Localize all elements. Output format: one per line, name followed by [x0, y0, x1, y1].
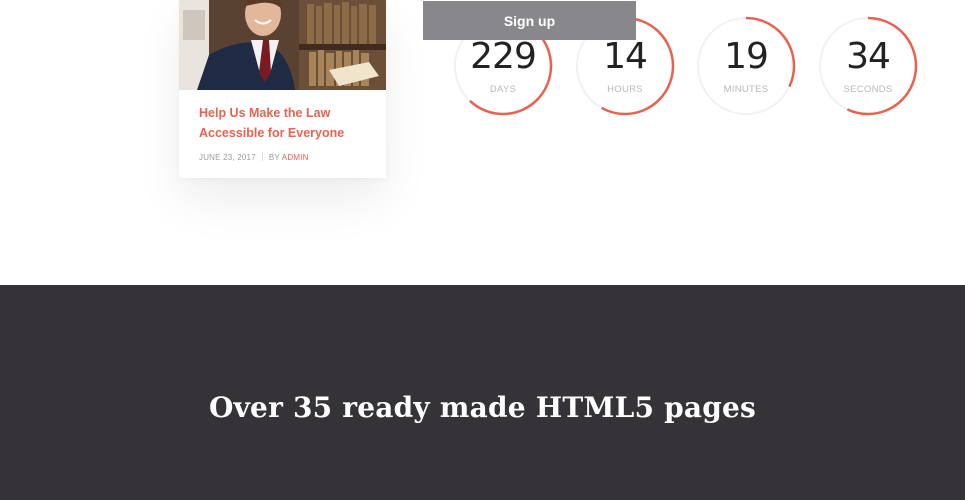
countdown-minutes-label: MINUTES [723, 84, 769, 95]
post-meta: JUNE 23, 2017 BY ADMIN [199, 152, 309, 162]
post-date: JUNE 23, 2017 [199, 153, 256, 162]
countdown-seconds: 34 SECONDS [818, 16, 918, 116]
countdown-hours-value: 14 [603, 36, 648, 77]
blog-card[interactable]: Help Us Make the Law Accessible for Ever… [179, 0, 386, 178]
countdown-hours-label: HOURS [607, 84, 643, 95]
countdown-minutes-value: 19 [724, 36, 769, 77]
section-heading: Over 35 ready made HTML5 pages [209, 391, 756, 424]
post-title[interactable]: Help Us Make the Law Accessible for Ever… [199, 104, 374, 143]
signup-button[interactable]: Sign up [423, 1, 636, 40]
post-author-link[interactable]: ADMIN [282, 153, 309, 162]
countdown-seconds-value: 34 [846, 36, 891, 77]
meta-divider [261, 152, 263, 161]
lawyer-photo[interactable] [179, 0, 386, 90]
countdown-days-label: DAYS [489, 84, 517, 95]
top-section: Help Us Make the Law Accessible for Ever… [0, 0, 965, 285]
countdown-seconds-label: SECONDS [843, 84, 893, 95]
countdown-days-value: 229 [470, 36, 537, 77]
features-band: Over 35 ready made HTML5 pages [0, 285, 965, 500]
by-label: BY [268, 153, 280, 162]
countdown-minutes: 19 MINUTES [696, 16, 796, 116]
